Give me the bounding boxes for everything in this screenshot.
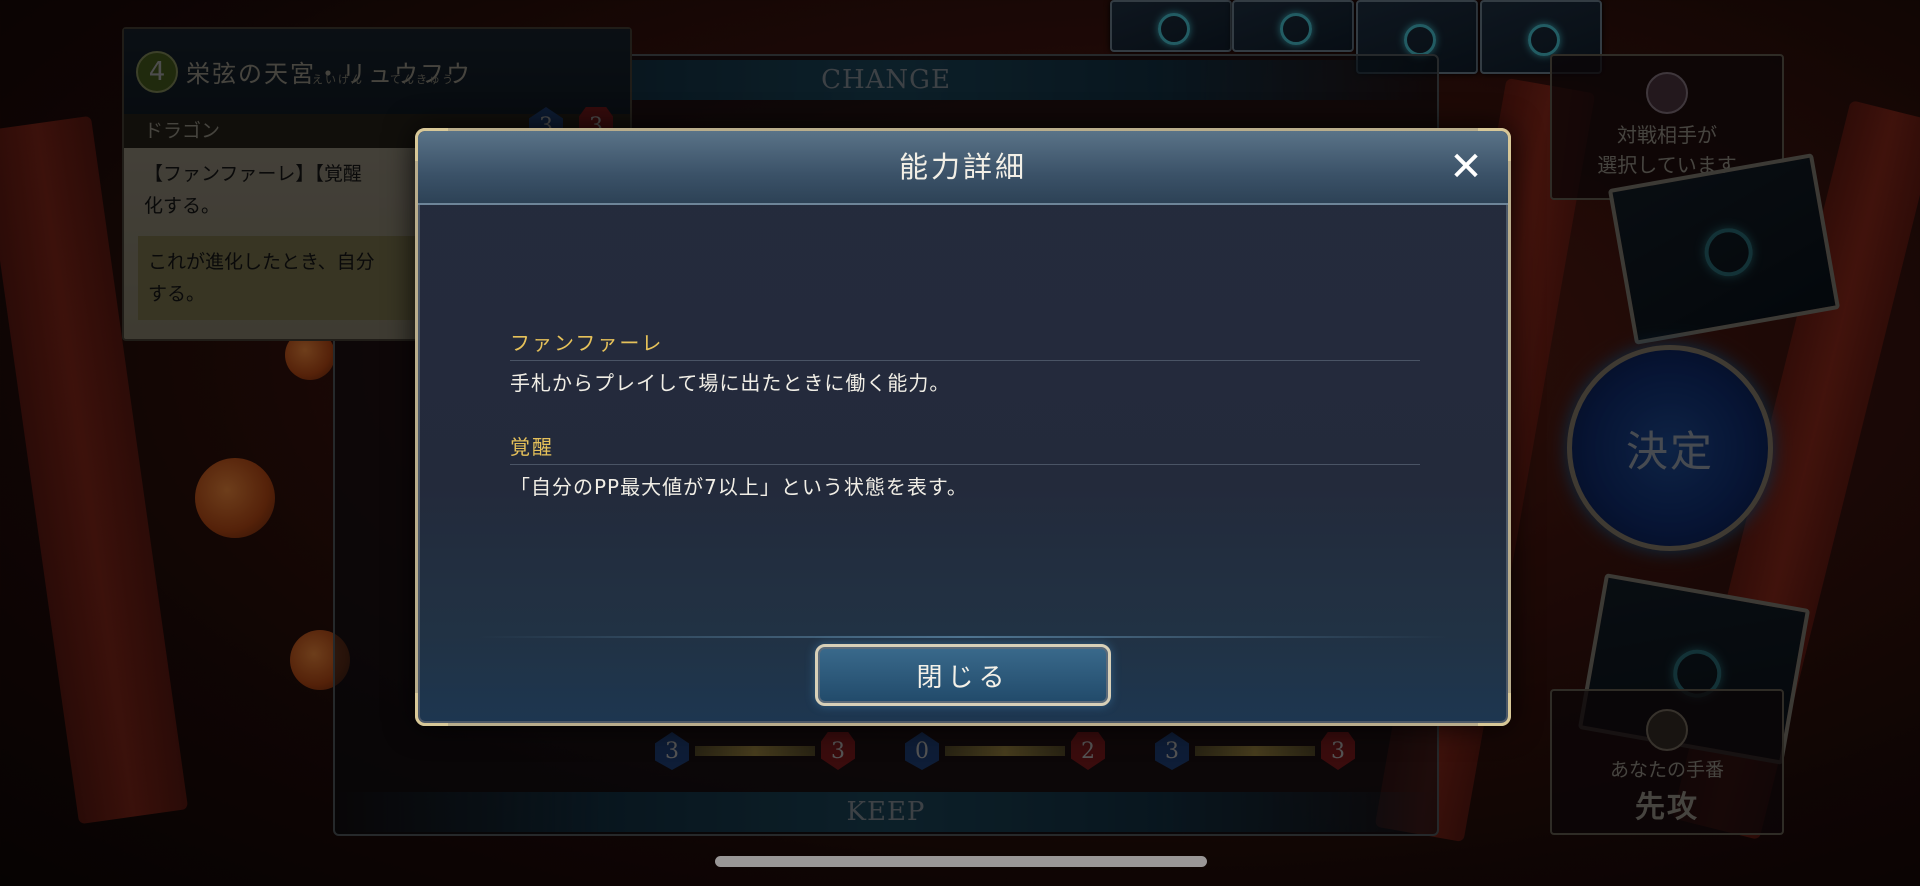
ability-description: 手札からプレイして場に出たときに働く能力。	[510, 371, 951, 395]
close-button[interactable]: 閉じる	[815, 644, 1111, 706]
home-indicator[interactable]	[715, 856, 1207, 867]
ability-term: ファンファーレ	[510, 327, 1420, 361]
close-icon[interactable]: ✕	[1444, 145, 1488, 189]
ability-item: ファンファーレ 手札からプレイして場に出たときに働く能力。	[510, 327, 1420, 396]
ability-detail-dialog: 能力詳細 ✕ ファンファーレ 手札からプレイして場に出たときに働く能力。 覚醒 …	[415, 128, 1511, 726]
ability-description: 「自分のPP最大値が7以上」という状態を表す。	[510, 475, 968, 499]
ability-item: 覚醒 「自分のPP最大値が7以上」という状態を表す。	[510, 431, 1420, 500]
dialog-title: 能力詳細	[898, 150, 1027, 184]
divider	[478, 636, 1448, 638]
ability-term: 覚醒	[510, 431, 1420, 465]
